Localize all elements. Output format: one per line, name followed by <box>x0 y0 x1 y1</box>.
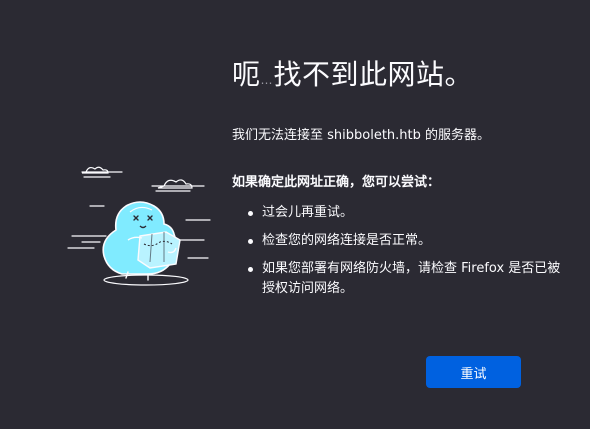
suggestion-item: 检查您的网络连接是否正常。 <box>246 231 572 251</box>
error-page: 呃…找不到此网站。 我们无法连接至 shibboleth.htb 的服务器。 如… <box>0 0 590 429</box>
confused-dino-icon <box>67 166 211 286</box>
retry-button[interactable]: 重试 <box>426 356 521 388</box>
error-description: 我们无法连接至 shibboleth.htb 的服务器。 <box>232 128 491 143</box>
ellipsis-dots: … <box>260 73 274 87</box>
bullet-icon <box>248 267 253 272</box>
suggestions-heading: 如果确定此网址正确，您可以尝试： <box>232 175 441 190</box>
error-title: 呃…找不到此网站。 <box>232 58 474 91</box>
suggestions-list: 过会儿再重试。 检查您的网络连接是否正常。 如果您部署有网络防火墙，请检查 Fi… <box>232 203 572 299</box>
error-content: 呃…找不到此网站。 我们无法连接至 shibboleth.htb 的服务器。 如… <box>232 50 572 307</box>
suggestion-item: 过会儿再重试。 <box>246 203 572 223</box>
bullet-icon <box>248 239 253 244</box>
suggestion-item: 如果您部署有网络防火墙，请检查 Firefox 是否已被授权访问网络。 <box>246 259 572 299</box>
bullet-icon <box>248 211 253 216</box>
